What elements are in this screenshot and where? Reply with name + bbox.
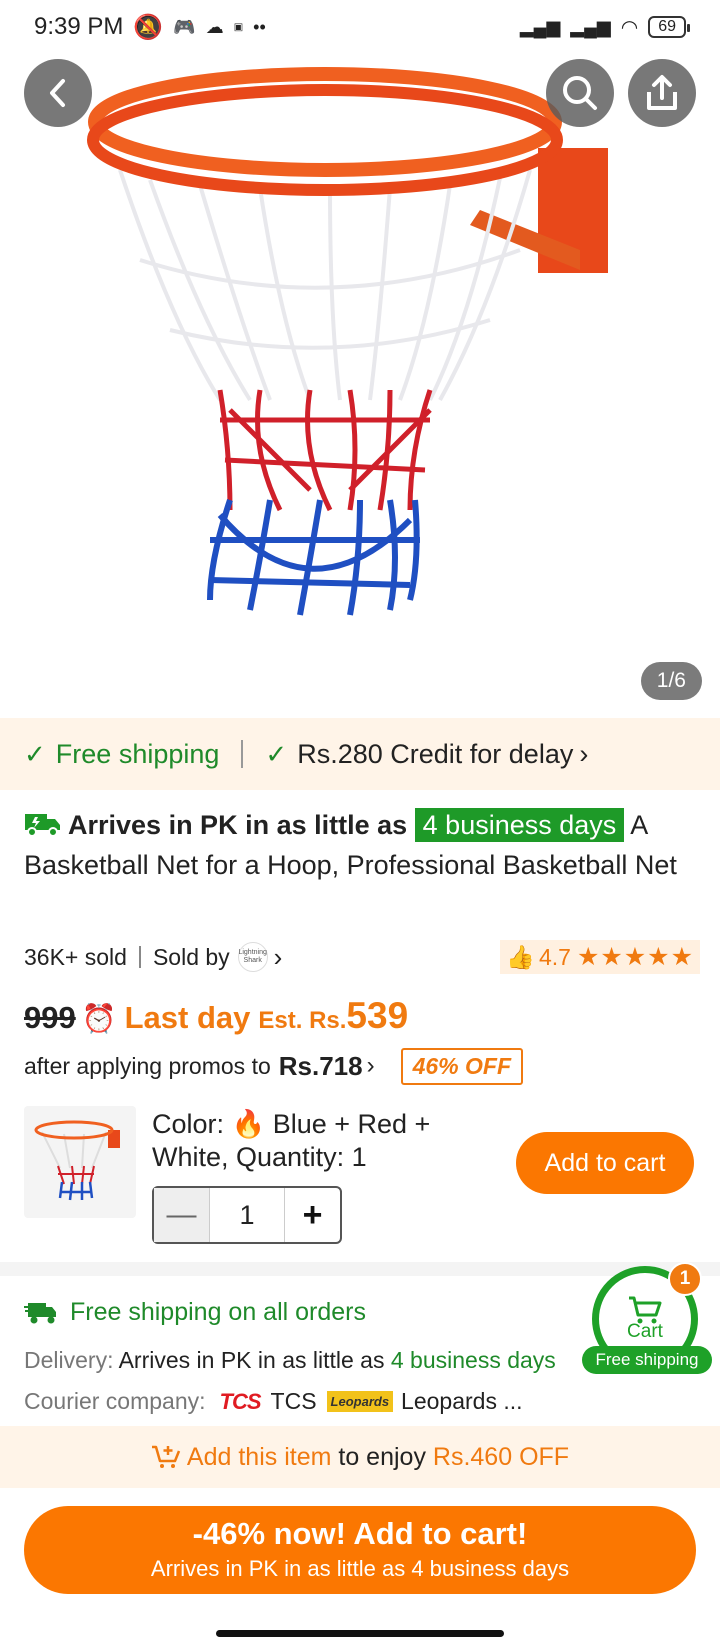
basketball-hoop-image xyxy=(87,67,608,616)
basketball-hoop-thumbnail xyxy=(34,1120,120,1201)
signal-icon-2: ▂▄▆ xyxy=(570,16,611,37)
delivery-truck-icon xyxy=(24,1302,56,1323)
floating-cart-button[interactable]: Cart 1 Free shipping xyxy=(582,1262,712,1374)
free-shipping-all-row[interactable]: Free shipping on all orders xyxy=(24,1298,366,1327)
rating-badge[interactable]: 👍 4.7 ★★★★★ xyxy=(500,940,700,974)
cloud-icon: ☁ xyxy=(205,16,224,37)
tcs-name: TCS xyxy=(270,1388,317,1414)
battery-icon: 69 xyxy=(648,16,690,38)
status-time: 9:39 PM xyxy=(34,13,124,40)
cart-add-icon xyxy=(151,1445,181,1468)
tcs-logo: TCS xyxy=(219,1388,262,1414)
delivery-truck-icon xyxy=(25,814,60,837)
game-icon: 🎮 xyxy=(173,16,196,37)
home-indicator[interactable] xyxy=(216,1630,504,1637)
search-button[interactable] xyxy=(546,59,614,127)
divider xyxy=(241,740,244,768)
last-day-label: Last day xyxy=(124,1000,251,1035)
delivery-text: Arrives in PK in as little as xyxy=(118,1347,385,1373)
wifi-icon: ◠ xyxy=(620,16,639,39)
add-item-lead: Add this item xyxy=(186,1442,332,1471)
divider xyxy=(138,946,141,968)
leopards-name: Leopards ... xyxy=(401,1388,523,1414)
more-dots-icon: •• xyxy=(253,16,266,37)
delivery-days: 4 business days xyxy=(390,1347,556,1373)
cart-label: Cart xyxy=(627,1321,663,1342)
quantity-stepper[interactable]: — 1 + xyxy=(152,1186,342,1244)
sku-color-label: Color: xyxy=(152,1109,225,1139)
temu-icon: ▣ xyxy=(233,21,244,33)
status-bar: 9:39 PM 🔕 🎮 ☁ ▣ •• ▂▄▆ ▂▄▆ ◠ 69 xyxy=(0,0,720,54)
discount-badge: 46% OFF xyxy=(400,1047,524,1085)
rating-value: 4.7 xyxy=(538,943,571,970)
price-row: 999 ⏰ Last day Est. Rs. 539 xyxy=(24,995,408,1041)
check-icon: ✓ xyxy=(265,738,288,769)
delay-credit-label: Rs.280 Credit for delay xyxy=(297,738,574,769)
delivery-row: Delivery: Arrives in PK in as little as … xyxy=(24,1347,556,1374)
original-price: 999 xyxy=(24,1000,76,1035)
cta-main-label: -46% now! Add to cart! xyxy=(192,1516,528,1551)
cart-free-shipping-label: Free shipping xyxy=(582,1346,712,1374)
add-item-promo-bar[interactable]: Add this item to enjoy Rs.460 OFF xyxy=(0,1426,720,1488)
leopards-logo: Leopards xyxy=(326,1391,394,1412)
courier-row: Courier company: TCS TCS Leopards Leopar… xyxy=(24,1388,523,1415)
promo-price: Rs.718 xyxy=(278,1050,363,1081)
cta-sub-label: Arrives in PK in as little as 4 business… xyxy=(150,1556,570,1581)
sold-row: 36K+ sold Sold by Lightning Shark › 👍 4.… xyxy=(24,940,700,974)
sku-selection[interactable]: Color: 🔥 Blue + Red + White, Quantity: 1 xyxy=(152,1108,482,1174)
delivery-label: Delivery: xyxy=(24,1347,114,1373)
add-item-middle: to enjoy xyxy=(338,1442,426,1471)
decrease-quantity-button[interactable]: — xyxy=(154,1188,210,1242)
search-icon xyxy=(563,76,597,110)
shipping-strip[interactable]: ✓ Free shipping ✓ Rs.280 Credit for dela… xyxy=(0,718,720,790)
promo-row[interactable]: after applying promos to Rs.718 › 46% OF… xyxy=(24,1046,524,1086)
check-icon: ✓ xyxy=(24,738,46,769)
seller-logo[interactable]: Lightning Shark xyxy=(237,942,268,972)
courier-label: Courier company: xyxy=(24,1388,206,1414)
business-days-badge: 4 business days xyxy=(414,808,625,842)
quantity-value[interactable]: 1 xyxy=(210,1200,284,1231)
chevron-left-icon xyxy=(50,79,65,107)
promo-text: after applying promos to xyxy=(24,1052,271,1079)
cart-count-badge: 1 xyxy=(668,1262,702,1296)
alarm-clock-icon: ⏰ xyxy=(81,1003,117,1034)
add-to-cart-button[interactable]: Add to cart xyxy=(516,1132,694,1194)
back-button[interactable] xyxy=(24,59,92,127)
add-item-amount: Rs.460 OFF xyxy=(432,1442,570,1471)
star-rating: ★★★★★ xyxy=(576,943,694,971)
product-title-block: Arrives in PK in as little as 4 business… xyxy=(24,805,700,885)
current-price: 539 xyxy=(346,995,409,1036)
image-counter: 1/6 xyxy=(640,662,702,700)
signal-icon: ▂▄▆ xyxy=(519,16,561,37)
chevron-right-icon: › xyxy=(579,738,589,769)
flame-icon: 🔥 xyxy=(231,1109,266,1139)
share-icon xyxy=(647,75,677,110)
free-shipping-all-label: Free shipping on all orders xyxy=(70,1298,366,1326)
free-shipping-label: Free shipping xyxy=(55,738,220,769)
add-to-cart-cta-button[interactable]: -46% now! Add to cart! Arrives in PK in … xyxy=(24,1506,696,1594)
est-label: Est. Rs. xyxy=(258,1007,347,1034)
arrival-text: Arrives in PK in as little as xyxy=(68,810,408,840)
sku-thumbnail[interactable] xyxy=(24,1106,136,1218)
increase-quantity-button[interactable]: + xyxy=(284,1188,340,1242)
mute-icon: 🔕 xyxy=(133,13,164,41)
chevron-right-icon[interactable]: › xyxy=(274,942,283,973)
sold-count: 36K+ sold xyxy=(24,943,127,970)
thumbs-up-icon: 👍 xyxy=(506,943,535,970)
chevron-right-icon: › xyxy=(366,1052,375,1079)
sold-by-label[interactable]: Sold by xyxy=(153,944,230,971)
share-button[interactable] xyxy=(628,59,696,127)
product-image-gallery[interactable]: 1/6 xyxy=(0,0,720,712)
